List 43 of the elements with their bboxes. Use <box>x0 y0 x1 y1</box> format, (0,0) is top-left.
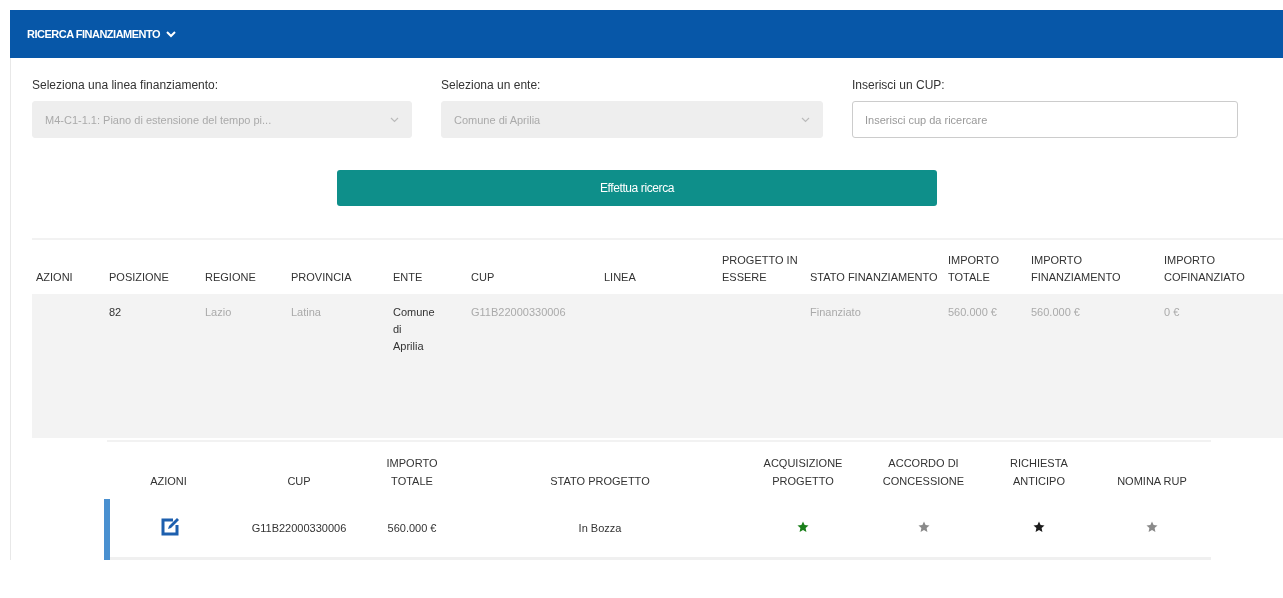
column-header: AZIONI <box>36 271 73 283</box>
table-cell-text: Comune di Aprilia <box>393 305 433 354</box>
field-label: Inserisci un CUP: <box>852 78 946 92</box>
column-header: LINEA <box>604 271 636 283</box>
caret-icon <box>390 116 399 123</box>
field-label: Seleziona una linea finanziamento: <box>32 78 220 92</box>
column-header: RICHIESTA ANTICIPO <box>1010 457 1068 487</box>
table-cell: Lazio <box>205 306 232 318</box>
column-header: IMPORTO TOTALE <box>948 254 999 283</box>
table-cell: G11B22000330006 <box>251 522 347 534</box>
table-cell: 560.000 € <box>948 306 997 318</box>
column-header: PROGETTO IN ESSERE <box>722 254 798 283</box>
table-cell: Latina <box>291 306 321 318</box>
column-header: AZIONI <box>150 475 187 487</box>
chevron-down-icon <box>166 30 177 38</box>
cup-input-field[interactable]: Inserisci cup da ricercare <box>852 101 1238 138</box>
column-header: IMPORTO FINANZIAMENTO <box>1031 254 1121 283</box>
column-header: STATO PROGETTO <box>550 475 650 487</box>
table-cell: 560.000 € <box>387 522 437 534</box>
edit-icon[interactable] <box>160 517 180 537</box>
column-header: POSIZIONE <box>109 271 169 283</box>
panel-header[interactable]: RICERCA FINANZIAMENTO <box>10 10 1283 58</box>
column-header: CUP <box>287 475 311 487</box>
column-header: ACQUISIZIONE PROGETTO <box>763 457 843 487</box>
column-header: IMPORTO COFINANZIATO <box>1164 254 1245 283</box>
table-cell: In Bozza <box>578 522 622 534</box>
column-header: STATO FINANZIAMENTO <box>810 271 938 283</box>
table-cell: G11B22000330006 <box>471 306 566 318</box>
table-cell: 82 <box>109 306 122 318</box>
column-header: CUP <box>471 271 495 283</box>
field-label: Seleziona un ente: <box>441 78 542 92</box>
column-header: REGIONE <box>205 271 256 283</box>
column-header: IMPORTO TOTALE <box>386 457 438 487</box>
column-header: PROVINCIA <box>291 271 352 283</box>
search-button[interactable]: Effettua ricerca <box>337 170 937 206</box>
column-header: NOMINA RUP <box>1117 475 1187 487</box>
table-cell: 0 € <box>1164 306 1180 318</box>
column-header: ENTE <box>393 271 423 283</box>
column-header: ACCORDO DI CONCESSIONE <box>882 457 965 487</box>
panel-title: RICERCA FINANZIAMENTO <box>27 28 161 40</box>
table-cell: Finanziato <box>810 306 861 318</box>
table-cell: 560.000 € <box>1031 306 1080 318</box>
caret-icon <box>801 116 810 123</box>
